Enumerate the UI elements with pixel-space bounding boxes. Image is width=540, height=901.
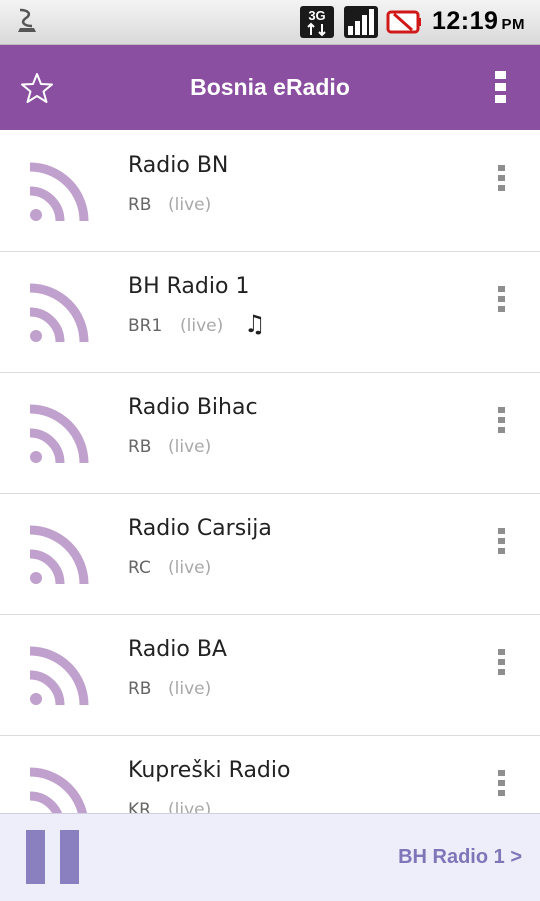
- pause-button[interactable]: [26, 830, 80, 884]
- station-name: Radio BA: [128, 637, 227, 662]
- station-name: Radio BN: [128, 153, 229, 178]
- station-name: Radio Carsija: [128, 516, 272, 541]
- clock: 12:19 PM: [432, 7, 525, 36]
- station-row[interactable]: Radio BA RB (live): [0, 615, 540, 736]
- station-code: KR: [128, 800, 151, 813]
- now-playing-link[interactable]: BH Radio 1 >: [398, 814, 522, 901]
- overflow-menu-button[interactable]: [490, 71, 510, 109]
- pause-icon: [26, 830, 45, 884]
- rss-feed-icon: [29, 525, 89, 585]
- station-status: (live): [180, 316, 224, 336]
- station-code: RC: [128, 558, 151, 578]
- signal-strength-icon: [344, 6, 378, 38]
- rss-feed-icon: [29, 283, 89, 343]
- pause-icon: [60, 830, 79, 884]
- station-code: RB: [128, 195, 152, 215]
- battery-alert-icon: [386, 10, 421, 34]
- station-overflow-icon[interactable]: [494, 407, 508, 439]
- player-bar: BH Radio 1 >: [0, 813, 540, 901]
- clock-ampm: PM: [501, 16, 525, 33]
- station-row[interactable]: Radio Carsija RC (live): [0, 494, 540, 615]
- station-overflow-icon[interactable]: [494, 165, 508, 197]
- star-outline-icon[interactable]: [20, 71, 54, 105]
- station-overflow-icon[interactable]: [494, 649, 508, 681]
- station-status: (live): [168, 800, 212, 813]
- rss-feed-icon: [29, 404, 89, 464]
- station-overflow-icon[interactable]: [494, 770, 508, 802]
- station-name: BH Radio 1: [128, 274, 250, 299]
- station-list[interactable]: Radio BN RB (live) BH Radio 1 BR1 (live)…: [0, 131, 540, 813]
- station-status: (live): [168, 437, 212, 457]
- station-code: RB: [128, 437, 152, 457]
- network-3g-icon: 3G: [300, 6, 334, 38]
- overflow-dot: [494, 83, 506, 91]
- station-overflow-icon[interactable]: [494, 528, 508, 560]
- station-row[interactable]: Radio Bihac RB (live): [0, 373, 540, 494]
- station-code: BR1: [128, 316, 163, 336]
- action-bar: Bosnia eRadio: [0, 45, 540, 130]
- rss-feed-icon: [29, 646, 89, 706]
- station-status: (live): [168, 195, 212, 215]
- status-bar: 3G 12:19 PM: [0, 0, 540, 45]
- station-status: (live): [168, 558, 212, 578]
- station-status: (live): [168, 679, 212, 699]
- overflow-dot: [494, 95, 506, 103]
- app-title: Bosnia eRadio: [190, 74, 350, 100]
- music-note-icon: ♫: [244, 310, 266, 338]
- station-name: Kupreški Radio: [128, 758, 291, 783]
- usb-debug-icon: [18, 8, 36, 32]
- clock-time: 12:19: [432, 7, 499, 35]
- rss-feed-icon: [29, 767, 87, 813]
- station-name: Radio Bihac: [128, 395, 258, 420]
- overflow-dot: [494, 71, 506, 79]
- svg-text:3G: 3G: [308, 8, 325, 23]
- rss-feed-icon: [29, 162, 89, 222]
- station-row[interactable]: Kupreški Radio KR (live): [0, 736, 540, 813]
- station-row[interactable]: Radio BN RB (live): [0, 131, 540, 252]
- station-overflow-icon[interactable]: [494, 286, 508, 318]
- station-code: RB: [128, 679, 152, 699]
- station-row[interactable]: BH Radio 1 BR1 (live) ♫: [0, 252, 540, 373]
